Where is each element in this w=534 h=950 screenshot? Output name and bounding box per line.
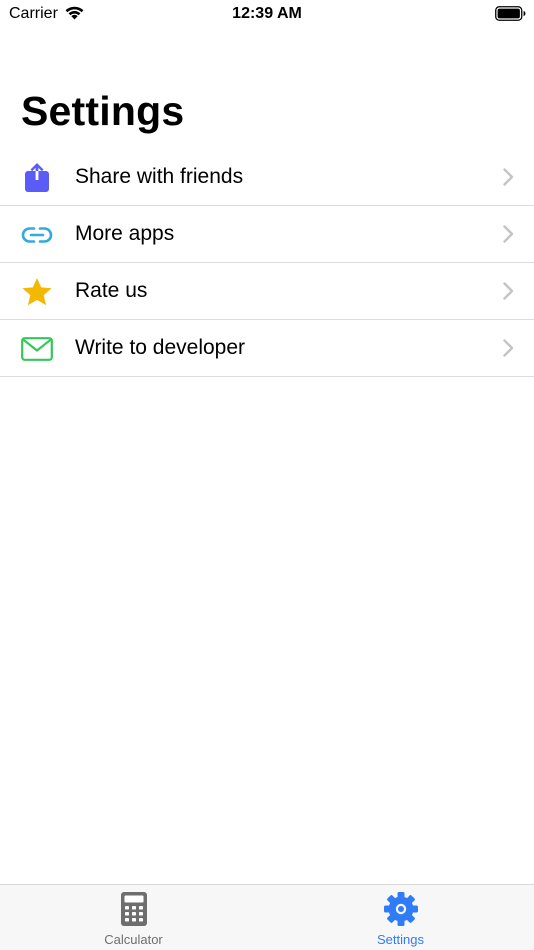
status-bar: Carrier 12:39 AM (0, 0, 534, 30)
gear-icon (383, 891, 419, 932)
battery-icon (495, 6, 526, 26)
rate-us-label: Rate us (75, 279, 148, 302)
more-apps-label: More apps (75, 222, 175, 245)
tab-settings[interactable]: Settings (267, 885, 534, 950)
write-to-developer-label: Write to developer (75, 336, 246, 359)
share-with-friends-label: Share with friends (75, 165, 244, 188)
chevron-right-icon (503, 339, 514, 362)
share-with-friends-row[interactable]: Share with friends (0, 149, 534, 206)
page-title: Settings (21, 88, 185, 134)
tab-calculator-label: Calculator (104, 932, 163, 947)
tab-calculator[interactable]: Calculator (0, 885, 267, 950)
star-icon (20, 276, 54, 308)
chevron-right-icon (503, 225, 514, 248)
tab-bar: Calculator Settings (0, 884, 534, 950)
settings-screen: Carrier 12:39 AM Settings Share with fri… (0, 0, 534, 950)
mail-icon (20, 333, 54, 365)
calculator-icon (120, 891, 148, 932)
chevron-right-icon (503, 282, 514, 305)
share-icon (20, 162, 54, 194)
chevron-right-icon (503, 168, 514, 191)
link-icon (20, 219, 54, 251)
rate-us-row[interactable]: Rate us (0, 263, 534, 320)
settings-list: Share with friends More apps Rate us Wri… (0, 149, 534, 377)
write-to-developer-row[interactable]: Write to developer (0, 320, 534, 377)
status-time: 12:39 AM (232, 5, 302, 22)
more-apps-row[interactable]: More apps (0, 206, 534, 263)
tab-settings-label: Settings (377, 932, 424, 947)
